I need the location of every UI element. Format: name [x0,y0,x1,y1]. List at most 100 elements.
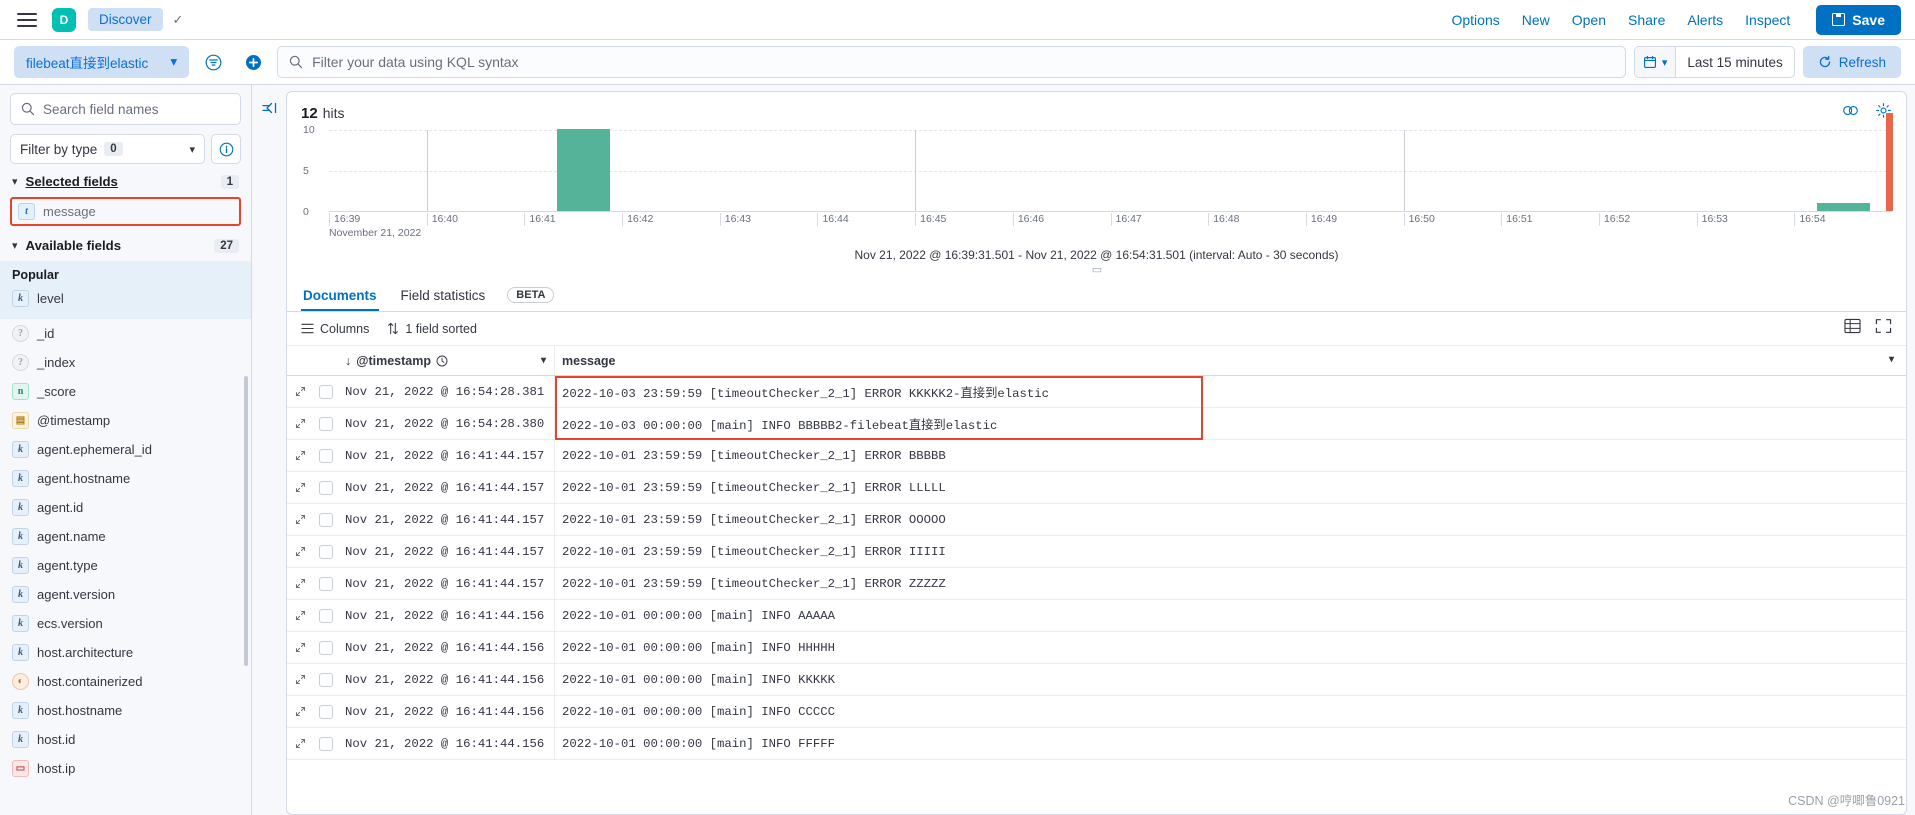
available-fields-header[interactable]: ▾ Available fields 27 [0,228,251,261]
breadcrumb-discover[interactable]: Discover [88,8,163,31]
table-row[interactable]: Nov 21, 2022 @ 16:41:44.156 2022-10-01 00… [287,728,1906,760]
inspect-link[interactable]: Inspect [1745,12,1790,28]
chevron-down-icon[interactable]: ▾ [541,355,546,366]
chart-bar[interactable] [1816,202,1871,211]
row-select-cell[interactable] [313,608,339,623]
row-checkbox[interactable] [319,640,333,655]
chart-bar[interactable] [557,129,611,211]
fullscreen-icon[interactable] [1875,318,1892,339]
row-checkbox[interactable] [319,608,333,623]
sidebar-field-host.hostname[interactable]: k host.hostname [0,696,251,725]
table-row[interactable]: Nov 21, 2022 @ 16:41:44.156 2022-10-01 00… [287,600,1906,632]
row-select-cell[interactable] [313,576,339,591]
column-header-timestamp[interactable]: ↓ @timestamp ▾ [339,346,555,375]
columns-button[interactable]: Columns [301,322,369,336]
row-select-cell[interactable] [313,512,339,527]
time-range-value[interactable]: Last 15 minutes [1676,55,1793,70]
sidebar-field-_id[interactable]: ? _id [0,319,251,348]
row-checkbox[interactable] [319,704,333,719]
row-checkbox[interactable] [319,384,333,399]
row-select-cell[interactable] [313,448,339,463]
search-field-names-input[interactable]: Search field names [10,93,241,125]
sidebar-field-host.id[interactable]: k host.id [0,725,251,754]
refresh-button[interactable]: Refresh [1802,46,1901,78]
panel-resize-handle[interactable]: ▭ [287,262,1906,279]
selected-fields-header[interactable]: ▾ Selected fields 1 [0,164,251,197]
row-select-cell[interactable] [313,640,339,655]
tab-field-statistics[interactable]: Field statistics [399,279,488,311]
sidebar-field-_score[interactable]: n _score [0,377,251,406]
add-filter-button[interactable] [237,46,269,78]
row-checkbox[interactable] [319,576,333,591]
row-select-cell[interactable] [313,416,339,431]
sidebar-field-agent.name[interactable]: k agent.name [0,522,251,551]
table-row[interactable]: Nov 21, 2022 @ 16:41:44.157 2022-10-01 23… [287,536,1906,568]
histogram-chart[interactable]: 10 5 0 16:39 16:40 16:41 16:42 16:43 16:44 16:45… [287,112,1906,244]
sidebar-field-host.containerized[interactable]: ◐ host.containerized [0,667,251,696]
row-select-cell[interactable] [313,544,339,559]
filter-funnel-button[interactable] [197,46,229,78]
expand-row-button[interactable] [287,578,313,589]
sidebar-field-agent.type[interactable]: k agent.type [0,551,251,580]
share-link[interactable]: Share [1628,12,1665,28]
expand-row-button[interactable] [287,514,313,525]
table-row[interactable]: Nov 21, 2022 @ 16:41:44.156 2022-10-01 00… [287,632,1906,664]
row-checkbox[interactable] [319,448,333,463]
expand-row-button[interactable] [287,450,313,461]
table-row[interactable]: Nov 21, 2022 @ 16:41:44.157 2022-10-01 23… [287,472,1906,504]
sort-fields-button[interactable]: 1 field sorted [387,322,477,336]
expand-row-button[interactable] [287,738,313,749]
collapse-sidebar-button[interactable] [260,99,278,815]
table-row[interactable]: Nov 21, 2022 @ 16:41:44.157 2022-10-01 23… [287,440,1906,472]
table-row[interactable]: Nov 21, 2022 @ 16:41:44.156 2022-10-01 00… [287,664,1906,696]
table-row[interactable]: Nov 21, 2022 @ 16:41:44.157 2022-10-01 23… [287,504,1906,536]
sidebar-field-@timestamp[interactable]: ▤ @timestamp [0,406,251,435]
table-row[interactable]: Nov 21, 2022 @ 16:41:44.156 2022-10-01 00… [287,696,1906,728]
table-density-icon[interactable] [1844,318,1861,339]
chart-bar[interactable] [1885,112,1893,211]
row-select-cell[interactable] [313,704,339,719]
new-link[interactable]: New [1522,12,1550,28]
sidebar-field-agent.ephemeral_id[interactable]: k agent.ephemeral_id [0,435,251,464]
options-link[interactable]: Options [1451,12,1499,28]
hamburger-menu-icon[interactable] [14,7,40,33]
chart-plot-area[interactable]: 10 5 0 [303,112,1893,218]
documents-table[interactable]: ↓ @timestamp ▾ message ▾ Nov 21, 2022 @ … [287,346,1906,814]
sidebar-field-host.ip[interactable]: ▭ host.ip [0,754,251,783]
breadcrumb-check-icon[interactable]: ✓ [173,12,184,28]
row-checkbox[interactable] [319,544,333,559]
field-list-scroll-area[interactable]: ▾ Selected fields 1 t message ▾ Availabl… [0,164,251,815]
row-select-cell[interactable] [313,736,339,751]
row-select-cell[interactable] [313,480,339,495]
sidebar-field-host.architecture[interactable]: k host.architecture [0,638,251,667]
expand-row-button[interactable] [287,610,313,621]
table-row[interactable]: Nov 21, 2022 @ 16:54:28.380 2022-10-03 00… [287,408,1906,440]
sidebar-field-ecs.version[interactable]: k ecs.version [0,609,251,638]
open-link[interactable]: Open [1572,12,1606,28]
sidebar-field-agent.id[interactable]: k agent.id [0,493,251,522]
data-view-selector[interactable]: filebeat直接到elastic ▾ [14,46,190,78]
expand-row-button[interactable] [287,418,313,429]
expand-row-button[interactable] [287,642,313,653]
expand-row-button[interactable] [287,482,313,493]
sidebar-field-message[interactable]: t message [10,197,241,226]
row-checkbox[interactable] [319,512,333,527]
sidebar-field-agent.version[interactable]: k agent.version [0,580,251,609]
filter-by-type-dropdown[interactable]: Filter by type 0 ▾ [10,134,205,164]
sidebar-scrollbar[interactable] [244,376,248,666]
alerts-link[interactable]: Alerts [1687,12,1723,28]
expand-row-button[interactable] [287,706,313,717]
row-checkbox[interactable] [319,480,333,495]
table-row[interactable]: Nov 21, 2022 @ 16:54:28.381 2022-10-03 23… [287,376,1906,408]
tab-documents[interactable]: Documents [301,279,379,311]
expand-row-button[interactable] [287,674,313,685]
row-checkbox[interactable] [319,416,333,431]
row-checkbox[interactable] [319,736,333,751]
row-checkbox[interactable] [319,672,333,687]
expand-row-button[interactable] [287,386,313,397]
chevron-down-icon[interactable]: ▾ [1889,354,1894,365]
kql-search-input[interactable]: Filter your data using KQL syntax [277,46,1626,78]
sidebar-field-level[interactable]: k level [0,284,251,313]
row-select-cell[interactable] [313,672,339,687]
sidebar-field-_index[interactable]: ? _index [0,348,251,377]
